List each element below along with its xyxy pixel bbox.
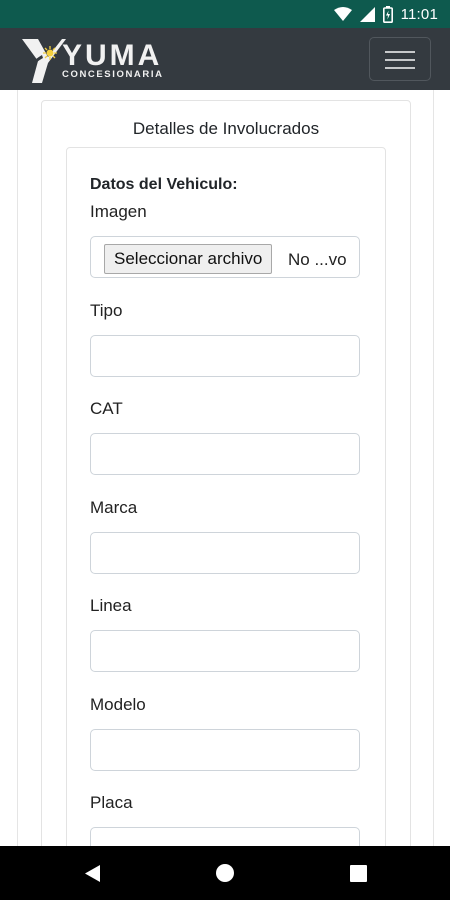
app-navbar: YUMA CONCESIONARIA — [0, 28, 450, 90]
status-bar: 11:01 — [0, 0, 450, 28]
status-time: 11:01 — [400, 5, 438, 23]
recents-icon[interactable] — [350, 865, 367, 882]
imagen-label: Imagen — [90, 202, 147, 221]
brand-name: YUMA — [62, 39, 163, 72]
field-label-tipo: Tipo — [90, 301, 123, 320]
logo-mark-icon — [18, 39, 66, 83]
card-title: Detalles de Involucrados — [132, 119, 320, 138]
home-icon[interactable] — [215, 863, 235, 883]
field-label-linea: Linea — [90, 596, 132, 615]
field-label-marca: Marca — [90, 498, 138, 517]
field-label-placa: Placa — [90, 793, 133, 812]
image-file-input[interactable]: Seleccionar archivo No ...vo — [90, 236, 360, 278]
signal-icon — [359, 6, 375, 22]
brand-subtitle: CONCESIONARIA — [62, 69, 164, 80]
container-border-right — [433, 90, 434, 846]
placa-input[interactable] — [90, 827, 360, 846]
wifi-icon — [333, 6, 352, 21]
file-status: No ...vo — [288, 250, 347, 269]
section-title: Datos del Vehiculo: — [90, 176, 238, 193]
marca-input[interactable] — [90, 532, 360, 574]
status-icons: 11:01 — [333, 4, 438, 24]
modelo-input[interactable] — [90, 729, 360, 771]
page-content: Detalles de Involucrados Datos del Vehic… — [0, 90, 450, 846]
system-navigation-bar — [0, 846, 450, 900]
menu-toggle-button[interactable] — [369, 37, 431, 81]
select-file-button[interactable]: Seleccionar archivo — [104, 244, 273, 274]
field-label-cat: CAT — [90, 399, 123, 418]
back-icon[interactable] — [83, 864, 101, 883]
cat-input[interactable] — [90, 433, 360, 475]
container-border-left — [17, 90, 18, 846]
tipo-input[interactable] — [90, 335, 360, 377]
hamburger-icon — [385, 51, 415, 53]
field-label-modelo: Modelo — [90, 695, 146, 714]
brand-logo[interactable]: YUMA CONCESIONARIA — [18, 37, 198, 83]
linea-input[interactable] — [90, 630, 360, 672]
battery-icon — [382, 5, 393, 23]
